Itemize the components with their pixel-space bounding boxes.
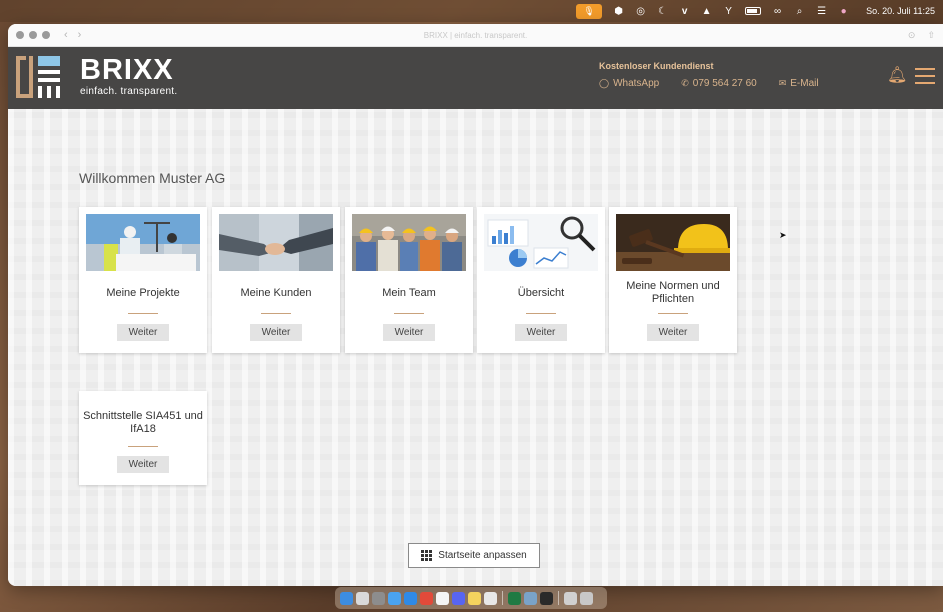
whatsapp-icon: ◯ — [599, 78, 610, 88]
card-title: Mein Team — [382, 287, 436, 299]
card-divider — [526, 313, 556, 314]
customize-homepage-label: Startseite anpassen — [438, 550, 527, 561]
weiter-button[interactable]: Weiter — [647, 324, 699, 341]
dock — [335, 587, 607, 609]
card-uebersicht[interactable]: Übersicht Weiter — [477, 207, 605, 353]
app-grid-icon[interactable] — [484, 591, 497, 605]
weiter-button[interactable]: Weiter — [250, 324, 302, 341]
weiter-button[interactable]: Weiter — [117, 456, 169, 473]
email-link[interactable]: ✉ E-Mail — [779, 78, 819, 89]
site-header: BRIXX einfach. transparent. Kostenloser … — [8, 47, 943, 109]
card-divider — [394, 313, 424, 314]
excel-icon[interactable] — [508, 591, 521, 605]
page-title-bar: BRIXX | einfach. transparent. — [423, 30, 528, 40]
card-title: Schnittstelle SIA451 und IfA18 — [83, 410, 203, 435]
mouse-cursor-icon: ➤ — [779, 230, 787, 240]
mail-icon[interactable] — [388, 591, 401, 605]
search-icon[interactable]: ⌕ — [794, 6, 805, 17]
globe-icon[interactable]: ◎ — [635, 6, 646, 17]
title-bar: ‹ › BRIXX | einfach. transparent. ⊙ ⇧ — [8, 24, 943, 47]
menubar: 🎙 ⬢ ◎ ☾ v ▲ Y ∞ ⌕ ☰ ● So. 20. Juli 11:25 — [0, 0, 943, 22]
card-meine-kunden[interactable]: Meine Kunden Weiter — [212, 207, 340, 353]
download-icon[interactable]: ⊙ — [908, 30, 916, 41]
preview-icon[interactable] — [524, 591, 537, 605]
window-icon[interactable] — [564, 591, 577, 605]
envelope-icon: ✉ — [778, 78, 787, 88]
dock-divider — [502, 591, 503, 605]
dock-divider — [558, 591, 559, 605]
app-dark-icon[interactable] — [540, 591, 553, 605]
card-divider — [128, 313, 158, 314]
forward-arrow-icon[interactable]: › — [78, 29, 82, 41]
weiter-button[interactable]: Weiter — [515, 324, 567, 341]
app-icon[interactable]: ⬢ — [613, 6, 624, 17]
card-meine-projekte[interactable]: Meine Projekte Weiter — [79, 207, 207, 353]
discord-icon[interactable] — [452, 591, 465, 605]
safari-icon[interactable] — [404, 591, 417, 605]
minimize-window-button[interactable] — [29, 31, 37, 39]
chrome-icon[interactable] — [420, 591, 433, 605]
mic-icon[interactable]: 🎙 — [576, 3, 603, 19]
brand-name: BRIXX — [80, 54, 174, 86]
card-title: Übersicht — [517, 287, 565, 299]
trash-icon[interactable] — [580, 591, 593, 605]
contact-title: Kostenloser Kundendienst — [599, 61, 714, 71]
link-icon[interactable]: ∞ — [772, 6, 783, 17]
date-time[interactable]: So. 20. Juli 11:25 — [866, 6, 935, 16]
welcome-heading: Willkommen Muster AG — [79, 170, 226, 186]
card-schnittstelle[interactable]: Schnittstelle SIA451 und IfA18 Weiter — [79, 391, 207, 485]
zoom-window-button[interactable] — [42, 31, 50, 39]
card-divider — [658, 313, 688, 314]
moon-icon[interactable]: ☾ — [657, 6, 668, 17]
card-image — [352, 214, 466, 271]
phone-label: 079 564 27 60 — [692, 78, 757, 89]
card-title: Meine Normen und Pflichten — [626, 280, 720, 305]
phone-icon: ✆ — [681, 78, 689, 88]
brand[interactable]: BRIXX einfach. transparent. — [80, 55, 177, 97]
brand-tagline: einfach. transparent. — [80, 86, 178, 97]
main-content: Willkommen Muster AG Meine Projekte Weit… — [8, 109, 943, 586]
phone-link[interactable]: ✆ 079 564 27 60 — [681, 78, 757, 89]
notes-icon[interactable] — [468, 591, 481, 605]
card-divider — [128, 446, 158, 447]
card-meine-normen-und-pflichten[interactable]: Meine Normen und Pflichten Weiter — [609, 207, 737, 353]
contact-info: Kostenloser Kundendienst ◯ WhatsApp ✆ 07… — [599, 61, 819, 89]
calendar-icon[interactable] — [436, 591, 449, 605]
settings-icon[interactable] — [372, 591, 385, 605]
weiter-button[interactable]: Weiter — [383, 324, 435, 341]
card-image — [616, 214, 730, 271]
customize-homepage-button[interactable]: Startseite anpassen — [408, 543, 540, 568]
hamburger-menu-icon[interactable] — [915, 68, 935, 89]
launchpad-icon[interactable] — [356, 591, 369, 605]
card-title: Meine Kunden — [240, 287, 312, 299]
card-divider — [261, 313, 291, 314]
whatsapp-label: WhatsApp — [613, 78, 660, 89]
share-icon[interactable]: ⇧ — [927, 30, 935, 41]
vimeo-icon[interactable]: v — [679, 6, 690, 17]
email-label: E-Mail — [790, 78, 819, 89]
card-mein-team[interactable]: Mein Team Weiter — [345, 207, 473, 353]
brixx-logo-icon[interactable] — [16, 56, 60, 98]
siri-icon[interactable]: ● — [838, 6, 849, 17]
finder-icon[interactable] — [340, 591, 353, 605]
whatsapp-link[interactable]: ◯ WhatsApp — [599, 78, 659, 89]
browser-window: ‹ › BRIXX | einfach. transparent. ⊙ ⇧ BR… — [8, 24, 943, 586]
card-image — [86, 214, 200, 271]
grid-icon — [421, 550, 433, 561]
weiter-button[interactable]: Weiter — [117, 324, 169, 341]
window-controls — [16, 31, 50, 39]
drive-icon[interactable]: ▲ — [701, 6, 712, 17]
card-image — [484, 214, 598, 271]
bell-icon[interactable]: 🔔︎ — [887, 65, 907, 85]
card-image — [219, 214, 333, 271]
close-window-button[interactable] — [16, 31, 24, 39]
control-center-icon[interactable]: ☰ — [816, 6, 827, 17]
network-icon[interactable]: Y — [723, 6, 734, 17]
card-title: Meine Projekte — [106, 287, 180, 299]
battery-icon[interactable] — [745, 7, 762, 15]
back-arrow-icon[interactable]: ‹ — [64, 29, 68, 41]
